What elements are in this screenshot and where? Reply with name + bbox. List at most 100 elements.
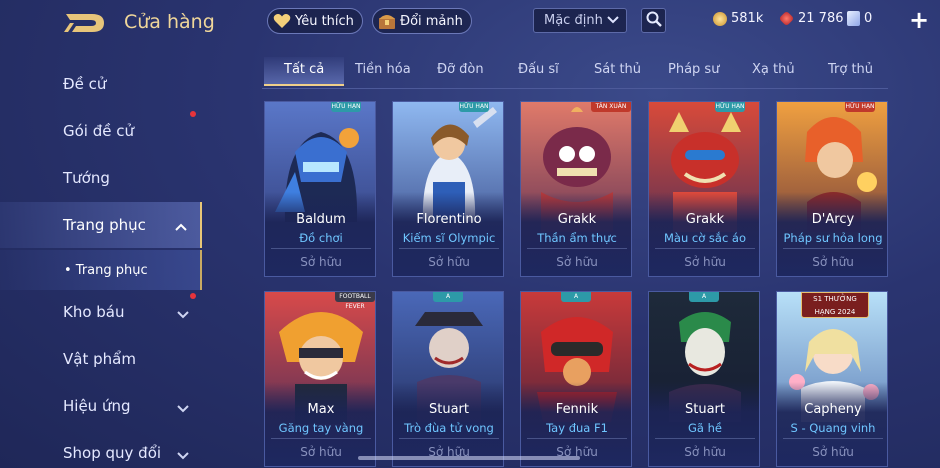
card-divider: [399, 248, 499, 249]
tab-support[interactable]: Trợ thủ: [828, 62, 873, 77]
top-up-plus-icon[interactable]: +: [909, 6, 929, 34]
skin-card[interactable]: HỮU HẠN Baldum Đồ chơi Sở hữu: [264, 101, 376, 277]
hero-name: Capheny: [804, 402, 862, 417]
voucher-amount: 0: [864, 11, 873, 26]
skin-card[interactable]: A Stuart Trò đùa tử vong Sở hữu: [392, 291, 504, 467]
rank-badge: A: [561, 292, 591, 302]
sidebar-subitem-label: • Trang phục: [64, 262, 148, 278]
owned-status: Sở hữu: [684, 255, 726, 269]
sidebar-item-recommended[interactable]: Đề cử: [0, 61, 202, 107]
tab-marksman[interactable]: Xạ thủ: [752, 62, 795, 77]
sidebar-item-effects[interactable]: Hiệu ứng: [0, 383, 202, 429]
tab-assassin[interactable]: Sát thủ: [594, 62, 641, 77]
gold-counter: 581k: [713, 11, 763, 26]
sidebar-item-skins[interactable]: Trang phục: [0, 202, 202, 248]
ruby-icon: [778, 10, 795, 27]
category-tabs: Tất cả Tiền hóa Đỡ đòn Đấu sĩ Sát thủ Ph…: [262, 56, 892, 88]
diamond-amount: 21 786: [798, 11, 844, 26]
owned-status: Sở hữu: [428, 255, 470, 269]
heart-icon: [272, 11, 292, 31]
chevron-down-icon: [176, 399, 190, 417]
limited-badge: HỮU HẠN: [845, 102, 875, 112]
hero-name: Max: [307, 402, 335, 417]
skin-card[interactable]: A Stuart Gã hề Sở hữu: [648, 291, 760, 467]
hero-name: Florentino: [416, 212, 482, 227]
card-divider: [783, 438, 883, 439]
page-title: Cửa hàng: [124, 11, 215, 33]
hero-name: Baldum: [296, 212, 346, 227]
skin-card[interactable]: HỮU HẠN Grakk Màu cờ sắc áo Sở hữu: [648, 101, 760, 277]
card-divider: [527, 248, 627, 249]
skin-name: Tay đua F1: [546, 421, 608, 435]
chevron-down-icon: [606, 13, 620, 31]
card-divider: [527, 438, 627, 439]
skin-name: Trò đùa tử vong: [404, 421, 494, 435]
sidebar-item-items[interactable]: Vật phẩm: [0, 336, 202, 382]
skin-name: S - Quang vinh: [790, 421, 876, 435]
sidebar-item-label: Shop quy đổi: [63, 444, 162, 462]
sidebar: Đề cử Gói đề cử Tướng Trang phục • Trang…: [0, 60, 202, 468]
sidebar-item-exchange-shop[interactable]: Shop quy đổi: [0, 430, 202, 468]
owned-status: Sở hữu: [812, 445, 854, 459]
skin-name: Đồ chơi: [299, 231, 343, 245]
chevron-down-icon: [176, 446, 190, 464]
hero-name: D'Arcy: [811, 212, 855, 227]
sidebar-item-label: Tướng: [63, 169, 110, 187]
sidebar-item-label: Gói đề cử: [63, 122, 135, 140]
sidebar-item-treasure[interactable]: Kho báu: [0, 289, 202, 335]
sort-label: Mặc định: [544, 13, 603, 28]
gold-coin-icon: [713, 11, 727, 26]
sidebar-item-recommended-packs[interactable]: Gói đề cử: [0, 108, 202, 154]
tab-evolution[interactable]: Tiền hóa: [355, 62, 411, 77]
tab-fighter[interactable]: Đấu sĩ: [518, 62, 559, 77]
back-logo-icon[interactable]: [62, 10, 108, 36]
skin-card[interactable]: HỮU HẠN Florentino Kiếm sĩ Olympic Sở hữ…: [392, 101, 504, 277]
treasure-chest-icon: [377, 11, 397, 31]
owned-status: Sở hữu: [300, 255, 342, 269]
notification-dot: [190, 111, 196, 117]
sidebar-subitem-skins[interactable]: • Trang phục: [0, 250, 202, 290]
search-button[interactable]: [641, 8, 666, 33]
exchange-shards-button[interactable]: Đổi mảnh: [372, 8, 472, 34]
card-divider: [783, 248, 883, 249]
home-indicator: [358, 456, 580, 460]
hero-name: Grakk: [557, 212, 597, 227]
chevron-down-icon: [176, 305, 190, 323]
sidebar-item-label: Trang phục: [63, 216, 146, 234]
card-divider: [399, 438, 499, 439]
gold-amount: 581k: [731, 11, 764, 26]
tab-all[interactable]: Tất cả: [264, 57, 345, 86]
rank-badge: A: [433, 292, 463, 302]
favorites-label: Yêu thích: [295, 13, 354, 29]
event-badge: TÂN XUÂN: [591, 102, 631, 112]
voucher-icon: [847, 11, 860, 26]
owned-status: Sở hữu: [684, 445, 726, 459]
sidebar-item-heroes[interactable]: Tướng: [0, 155, 202, 201]
skin-card[interactable]: HỮU HẠN D'Arcy Pháp sư hỏa long Sở hữu: [776, 101, 888, 277]
event-badge: FOOTBALL FEVER: [335, 292, 375, 310]
tab-tank[interactable]: Đỡ đòn: [437, 62, 484, 77]
sidebar-item-label: Vật phẩm: [63, 350, 136, 368]
top-bar: Cửa hàng Yêu thích Đổi mảnh Mặc định 581…: [0, 0, 940, 44]
rank-badge: A: [689, 292, 719, 302]
skin-name: Kiếm sĩ Olympic: [402, 231, 496, 245]
skin-card[interactable]: A Fennik Tay đua F1 Sở hữu: [520, 291, 632, 467]
notification-dot: [190, 293, 196, 299]
favorites-button[interactable]: Yêu thích: [267, 8, 363, 34]
owned-status: Sở hữu: [812, 255, 854, 269]
card-divider: [271, 438, 371, 439]
hero-name: Fennik: [555, 402, 599, 417]
card-divider: [655, 438, 755, 439]
skin-card[interactable]: FOOTBALL FEVER Max Găng tay vàng Sở hữu: [264, 291, 376, 467]
skin-card[interactable]: TÂN XUÂN Grakk Thần ẩm thực Sở hữu: [520, 101, 632, 277]
limited-badge: HỮU HẠN: [331, 102, 361, 112]
season-badge: S1 THƯỞNG HẠNG 2024: [801, 292, 869, 318]
skin-name: Gã hề: [688, 421, 722, 435]
skin-card[interactable]: S1 THƯỞNG HẠNG 2024 Capheny S - Quang vi…: [776, 291, 888, 467]
card-divider: [655, 248, 755, 249]
limited-badge: HỮU HẠN: [459, 102, 489, 112]
hero-name: Stuart: [429, 402, 469, 417]
skin-name: Thần ẩm thực: [537, 231, 617, 245]
sort-dropdown[interactable]: Mặc định: [533, 8, 627, 33]
tab-mage[interactable]: Pháp sư: [668, 62, 719, 77]
